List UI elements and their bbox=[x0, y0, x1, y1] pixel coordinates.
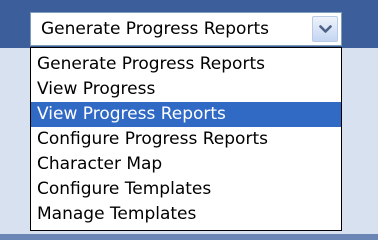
option-configure-progress-reports[interactable]: Configure Progress Reports bbox=[31, 127, 341, 152]
select-value: Generate Progress Reports bbox=[41, 19, 269, 39]
report-action-select[interactable]: Generate Progress Reports bbox=[30, 12, 342, 46]
option-view-progress[interactable]: View Progress bbox=[31, 77, 341, 102]
chevron-down-icon bbox=[319, 25, 332, 33]
dropdown-toggle-button[interactable] bbox=[312, 16, 338, 42]
option-view-progress-reports[interactable]: View Progress Reports bbox=[31, 102, 341, 127]
dropdown-options-list: Generate Progress Reports View Progress … bbox=[30, 47, 342, 231]
option-manage-templates[interactable]: Manage Templates bbox=[31, 202, 341, 227]
option-character-map[interactable]: Character Map bbox=[31, 152, 341, 177]
option-generate-progress-reports[interactable]: Generate Progress Reports bbox=[31, 52, 341, 77]
option-configure-templates[interactable]: Configure Templates bbox=[31, 177, 341, 202]
bottom-divider bbox=[0, 234, 378, 240]
